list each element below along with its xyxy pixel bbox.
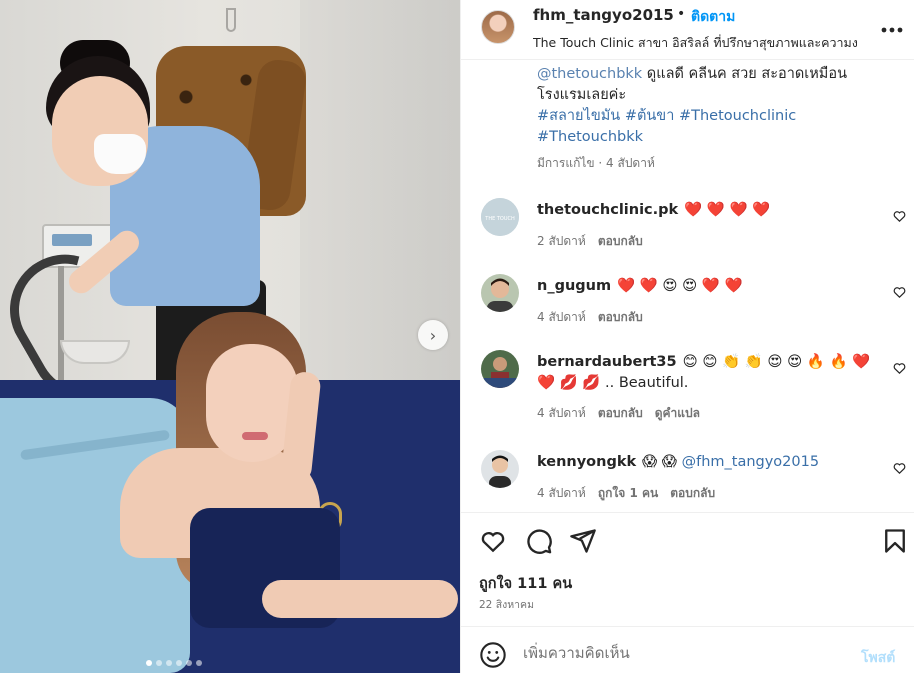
carousel-dot[interactable] xyxy=(176,660,182,666)
comment-time[interactable]: 4 สัปดาห์ xyxy=(537,484,586,503)
hashtag-link[interactable]: #Thetouchclinic xyxy=(679,108,796,124)
header-separator: • xyxy=(677,6,686,22)
reply-button[interactable]: ตอบกลับ xyxy=(670,484,715,503)
bookmark-icon[interactable] xyxy=(881,527,909,555)
comment-body: thetouchclinic.pk ❤️ ❤️ ❤️ ❤️ xyxy=(537,200,887,221)
comment-body: kennyongkk 😱 😱 @fhm_tangyo2015 xyxy=(537,452,887,473)
author-avatar[interactable] xyxy=(481,10,515,44)
commenter-avatar[interactable] xyxy=(481,274,519,312)
heart-outline-icon[interactable] xyxy=(893,462,907,476)
caption-hashtags-2: #Thetouchbkk xyxy=(537,127,887,148)
comment-meta: 2 สัปดาห์ ตอบกลับ xyxy=(537,232,643,251)
carousel-dots xyxy=(146,660,202,666)
post-side-panel: fhm_tangyo2015 • ติดตาม The Touch Clinic… xyxy=(460,0,914,673)
like-heart-icon[interactable] xyxy=(479,527,507,555)
share-send-icon[interactable] xyxy=(569,527,597,555)
add-comment-input[interactable] xyxy=(523,639,843,667)
carousel-dot[interactable] xyxy=(186,660,192,666)
comment-meta: 4 สัปดาห์ ถูกใจ 1 คน ตอบกลับ xyxy=(537,484,715,503)
translate-button[interactable]: ดูคำแปล xyxy=(655,404,700,423)
comment-text: ❤️ ❤️ 😍 😍 ❤️ ❤️ xyxy=(617,278,743,294)
commenter-avatar[interactable] xyxy=(481,350,519,388)
caption-line-1: @thetouchbkk ดูแลดี คลีนค สวย สะอาดเหมือ… xyxy=(537,64,887,85)
client-arm xyxy=(262,580,458,618)
commenter-username[interactable]: bernardaubert35 xyxy=(537,354,677,370)
comment-text: ❤️ ❤️ ❤️ ❤️ xyxy=(684,202,771,218)
svg-text:THE TOUCH: THE TOUCH xyxy=(484,216,515,222)
reply-button[interactable]: ตอบกลับ xyxy=(598,404,643,423)
comment-meta: 4 สัปดาห์ ตอบกลับ ดูคำแปล xyxy=(537,404,700,423)
machine-panel xyxy=(52,234,92,246)
more-horizontal-icon[interactable] xyxy=(881,14,903,38)
post-comment-button[interactable]: โพสต์ xyxy=(861,647,895,669)
carousel-next-button[interactable]: › xyxy=(418,320,448,350)
like-count[interactable]: ถูกใจ 111 คน xyxy=(479,572,572,595)
add-comment-bar: โพสต์ xyxy=(461,626,914,673)
caption-edited-time: มีการแก้ไข · 4 สัปดาห์ xyxy=(537,156,655,170)
carousel-dot[interactable] xyxy=(156,660,162,666)
comment-mention[interactable]: @fhm_tangyo2015 xyxy=(682,454,820,470)
client-lips xyxy=(242,432,268,440)
author-username[interactable]: fhm_tangyo2015 xyxy=(533,6,674,24)
post-actions xyxy=(461,512,914,572)
hashtag-link[interactable]: #สลายไขมัน xyxy=(537,108,620,124)
caption-hashtags-1: #สลายไขมัน #ต้นขา #Thetouchclinic xyxy=(537,106,887,127)
caption-mention[interactable]: @thetouchbkk xyxy=(537,66,642,82)
hashtag-link[interactable]: #ต้นขา xyxy=(625,108,675,124)
heart-outline-icon[interactable] xyxy=(893,286,907,300)
carousel-dot[interactable] xyxy=(196,660,202,666)
post-photo[interactable]: › xyxy=(0,0,460,673)
comment-time[interactable]: 2 สัปดาห์ xyxy=(537,232,586,251)
caption-line-2: โรงแรมเลยค่ะ xyxy=(537,87,627,103)
face-mask xyxy=(94,134,146,174)
commenter-avatar[interactable] xyxy=(481,450,519,488)
comment-body: bernardaubert35 😊 😊 👏 👏 😍 😍 🔥 🔥 ❤️ ❤️ 💋 💋… xyxy=(537,352,887,394)
comment-bubble-icon[interactable] xyxy=(525,527,553,555)
comment-text: 😱 😱 xyxy=(642,454,682,470)
commenter-username[interactable]: n_gugum xyxy=(537,278,611,294)
commenter-avatar[interactable]: THE TOUCH xyxy=(481,198,519,236)
caption-text: ดูแลดี คลีนค สวย สะอาดเหมือน xyxy=(642,66,847,82)
comment-meta: 4 สัปดาห์ ตอบกลับ xyxy=(537,308,643,327)
commenter-username[interactable]: kennyongkk xyxy=(537,454,636,470)
chevron-right-icon: › xyxy=(429,325,437,345)
heart-outline-icon[interactable] xyxy=(893,362,907,376)
follow-button[interactable]: ติดตาม xyxy=(691,6,735,28)
emoji-smiley-icon[interactable] xyxy=(479,641,507,669)
post-caption: @thetouchbkk ดูแลดี คลีนค สวย สะอาดเหมือ… xyxy=(537,64,887,148)
hashtag-link[interactable]: #Thetouchbkk xyxy=(537,129,643,145)
reply-button[interactable]: ตอบกลับ xyxy=(598,232,643,251)
comment-likes[interactable]: ถูกใจ 1 คน xyxy=(598,484,658,503)
comment-time[interactable]: 4 สัปดาห์ xyxy=(537,308,586,327)
comment-body: n_gugum ❤️ ❤️ 😍 😍 ❤️ ❤️ xyxy=(537,276,887,297)
post-header: fhm_tangyo2015 • ติดตาม The Touch Clinic… xyxy=(461,0,914,60)
hanger-hook xyxy=(226,8,236,32)
location-link[interactable]: The Touch Clinic สาขา อิสริลล์ ที่ปรึกษา… xyxy=(533,33,873,53)
comment-time[interactable]: 4 สัปดาห์ xyxy=(537,404,586,423)
carousel-dot[interactable] xyxy=(146,660,152,666)
reply-button[interactable]: ตอบกลับ xyxy=(598,308,643,327)
heart-outline-icon[interactable] xyxy=(893,210,907,224)
post-date[interactable]: 22 สิงหาคม xyxy=(479,596,534,613)
commenter-username[interactable]: thetouchclinic.pk xyxy=(537,202,678,218)
carousel-dot[interactable] xyxy=(166,660,172,666)
